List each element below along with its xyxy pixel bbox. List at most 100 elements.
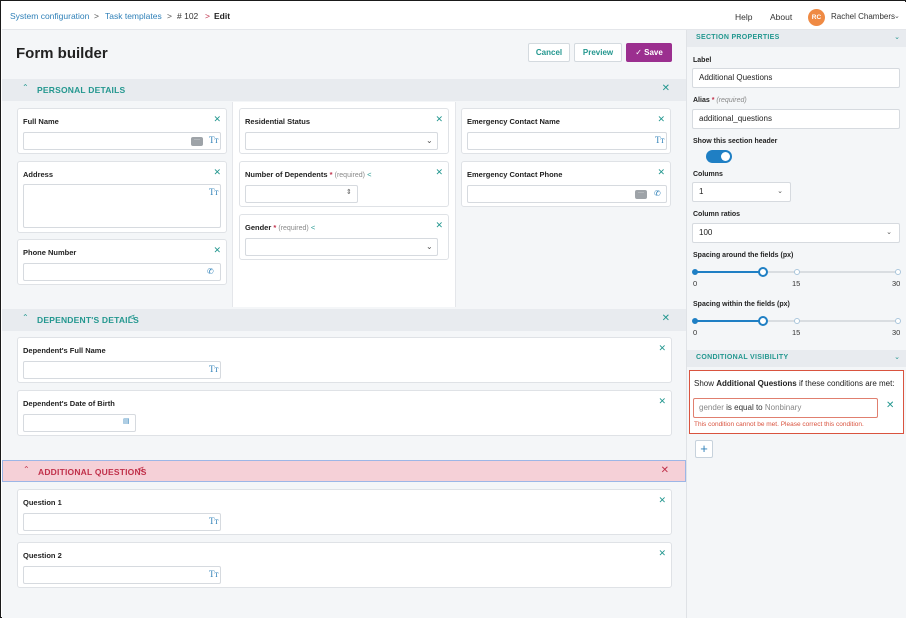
columns-select[interactable]: 1 ⌄ bbox=[692, 182, 791, 202]
text-input[interactable]: Tт bbox=[23, 361, 221, 379]
slider-max: 30 bbox=[892, 279, 901, 288]
chevron-down-icon: ⌄ bbox=[426, 242, 433, 251]
text-input[interactable]: Tт bbox=[23, 513, 221, 531]
user-name[interactable]: Rachel Chambers bbox=[831, 12, 895, 21]
share-icon[interactable]: < bbox=[311, 223, 315, 232]
field-card-dependent-dob[interactable]: Dependent's Date of Birth ✕ ▤ bbox=[17, 390, 672, 436]
close-icon[interactable]: ✕ bbox=[213, 167, 221, 178]
field-card-question-1[interactable]: Question 1 ✕ Tт bbox=[17, 489, 672, 535]
help-link[interactable]: Help bbox=[735, 12, 752, 22]
form-builder-canvas: Form builder Cancel Preview ✓ Save ⌃ PER… bbox=[2, 30, 686, 618]
field-card-full-name[interactable]: Full Name ✕ ··· Tт bbox=[17, 108, 227, 154]
slider-handle[interactable] bbox=[757, 316, 768, 326]
field-label: Phone Number bbox=[23, 248, 77, 257]
close-icon[interactable]: ✕ bbox=[435, 220, 443, 231]
slider-max: 30 bbox=[892, 328, 901, 337]
select-input[interactable]: ⌄ bbox=[245, 132, 438, 150]
close-icon[interactable]: ✕ bbox=[662, 83, 670, 94]
close-icon[interactable]: ✕ bbox=[657, 114, 665, 125]
close-icon[interactable]: ✕ bbox=[435, 167, 443, 178]
field-card-dependents[interactable]: Number of Dependents * (required) < ✕ ⇕ bbox=[239, 161, 449, 207]
breadcrumb-system-configuration[interactable]: System configuration bbox=[10, 11, 89, 21]
chevron-down-icon[interactable]: ⌄ bbox=[894, 353, 900, 361]
field-card-emergency-name[interactable]: Emergency Contact Name ✕ Tт bbox=[461, 108, 671, 154]
breadcrumb-template-id[interactable]: # 102 bbox=[177, 11, 198, 21]
close-icon[interactable]: ✕ bbox=[213, 114, 221, 125]
field-card-question-2[interactable]: Question 2 ✕ Tт bbox=[17, 542, 672, 588]
field-card-dependent-full-name[interactable]: Dependent's Full Name ✕ Tт bbox=[17, 337, 672, 383]
field-card-gender[interactable]: Gender * (required) < ✕ ⌄ bbox=[239, 214, 449, 260]
alias-input[interactable]: additional_questions bbox=[692, 109, 900, 129]
close-icon[interactable]: ✕ bbox=[435, 114, 443, 125]
phone-input[interactable]: ✆ bbox=[23, 263, 221, 281]
preview-button[interactable]: Preview bbox=[574, 43, 622, 62]
text-input[interactable]: ··· Tт bbox=[23, 132, 221, 150]
chevron-up-icon[interactable]: ⌃ bbox=[23, 465, 30, 474]
close-icon[interactable]: ✕ bbox=[657, 167, 665, 178]
breadcrumb-task-templates[interactable]: Task templates bbox=[105, 11, 162, 21]
more-options-icon[interactable]: ··· bbox=[635, 190, 647, 199]
avatar[interactable]: RC bbox=[808, 9, 825, 26]
label-input[interactable]: Additional Questions bbox=[692, 68, 900, 88]
field-card-phone[interactable]: Phone Number ✕ ✆ bbox=[17, 239, 227, 285]
textarea-input[interactable]: Tт bbox=[23, 184, 221, 228]
chevron-up-icon[interactable]: ⌃ bbox=[22, 83, 29, 92]
phone-input[interactable]: ··· ✆ bbox=[467, 185, 667, 203]
stepper-icon[interactable]: ⇕ bbox=[346, 188, 352, 196]
spacing-within-slider[interactable] bbox=[692, 315, 901, 327]
close-icon[interactable]: ✕ bbox=[658, 495, 666, 506]
slider-tick bbox=[793, 318, 800, 324]
panel-title: SECTION PROPERTIES bbox=[696, 34, 780, 41]
close-icon[interactable]: ✕ bbox=[662, 313, 670, 324]
condition-input[interactable]: gender is equal to Nonbinary bbox=[693, 398, 878, 418]
ratios-value: 100 bbox=[699, 228, 713, 237]
share-icon[interactable]: < bbox=[367, 170, 371, 179]
phone-icon: ✆ bbox=[207, 267, 214, 276]
cancel-button[interactable]: Cancel bbox=[528, 43, 570, 62]
column-ratios-select[interactable]: 100 ⌄ bbox=[692, 223, 900, 243]
about-link[interactable]: About bbox=[770, 12, 792, 22]
field-card-residential-status[interactable]: Residential Status ✕ ⌄ bbox=[239, 108, 449, 154]
condition-box: Show Additional Questions if these condi… bbox=[689, 370, 904, 434]
date-input[interactable]: ▤ bbox=[23, 414, 136, 432]
more-options-icon[interactable]: ··· bbox=[191, 137, 203, 146]
text-input[interactable]: Tт bbox=[467, 132, 667, 150]
add-condition-button[interactable]: + bbox=[695, 440, 713, 458]
section-title: DEPENDENT'S DETAILS bbox=[37, 315, 140, 325]
breadcrumb-separator-icon: > bbox=[167, 11, 172, 21]
section-header-dependents[interactable]: ⌃ DEPENDENT'S DETAILS ⋖ ✕ bbox=[2, 309, 686, 331]
text-type-icon: Tт bbox=[209, 364, 219, 374]
close-icon[interactable]: ✕ bbox=[658, 548, 666, 559]
slider-mid: 15 bbox=[792, 279, 801, 288]
select-input[interactable]: ⌄ bbox=[245, 238, 438, 256]
close-icon[interactable]: ✕ bbox=[658, 343, 666, 354]
save-button[interactable]: ✓ Save bbox=[626, 43, 672, 62]
number-stepper[interactable]: ⇕ bbox=[245, 185, 358, 203]
remove-condition-icon[interactable]: ✕ bbox=[886, 400, 894, 411]
close-icon[interactable]: ✕ bbox=[658, 396, 666, 407]
conditional-visibility-header[interactable]: CONDITIONAL VISIBILITY ⌄ bbox=[687, 350, 906, 367]
chevron-down-icon[interactable]: ⌄ bbox=[894, 12, 900, 20]
spacing-around-slider[interactable] bbox=[692, 266, 901, 278]
section-properties-header[interactable]: SECTION PROPERTIES ⌄ bbox=[687, 30, 906, 47]
chevron-down-icon[interactable]: ⌄ bbox=[894, 33, 900, 41]
section-header-personal[interactable]: ⌃ PERSONAL DETAILS ✕ bbox=[2, 79, 686, 101]
condition-error: This condition cannot be met. Please cor… bbox=[694, 421, 864, 428]
show-header-toggle[interactable] bbox=[706, 150, 732, 163]
calendar-icon[interactable]: ▤ bbox=[123, 417, 130, 425]
chevron-up-icon[interactable]: ⌃ bbox=[22, 313, 29, 322]
field-label-text: Gender bbox=[245, 223, 272, 232]
phone-icon: ✆ bbox=[654, 189, 661, 198]
text-input[interactable]: Tт bbox=[23, 566, 221, 584]
field-card-emergency-phone[interactable]: Emergency Contact Phone ✕ ··· ✆ bbox=[461, 161, 671, 207]
close-icon[interactable]: ✕ bbox=[213, 245, 221, 256]
slider-min: 0 bbox=[693, 279, 698, 288]
spacing-within-label: Spacing within the fields (px) bbox=[693, 301, 790, 308]
section-header-additional[interactable]: ⌃ ADDITIONAL QUESTIONS ⋖ ✕ bbox=[2, 460, 686, 482]
close-icon[interactable]: ✕ bbox=[661, 465, 669, 476]
cond-suffix-text: if these conditions are met: bbox=[798, 379, 895, 388]
field-label: Dependent's Date of Birth bbox=[23, 399, 115, 408]
slider-handle[interactable] bbox=[757, 267, 768, 277]
save-label: Save bbox=[644, 48, 663, 57]
field-card-address[interactable]: Address ✕ Tт bbox=[17, 161, 227, 233]
